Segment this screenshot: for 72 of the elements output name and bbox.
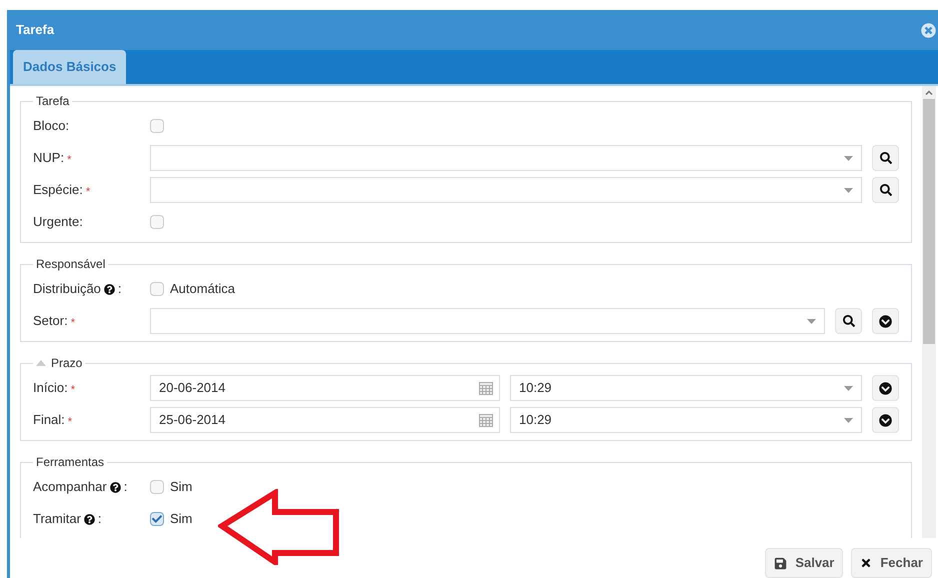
search-button[interactable] bbox=[872, 177, 899, 203]
search-icon bbox=[842, 315, 854, 327]
collapse-icon[interactable] bbox=[36, 360, 46, 366]
checkbox-label: Sim bbox=[170, 478, 192, 496]
window-title: Tarefa bbox=[16, 21, 54, 40]
field-label: Final: bbox=[33, 411, 65, 430]
combo-field[interactable] bbox=[150, 145, 862, 171]
field-label: Acompanhar bbox=[33, 478, 107, 496]
field-label: Distribuição bbox=[33, 280, 101, 298]
date-field[interactable]: 20-06-2014 bbox=[150, 375, 500, 401]
required-mark: * bbox=[68, 415, 72, 430]
field-label: Início: bbox=[33, 379, 68, 398]
help-icon[interactable] bbox=[84, 514, 95, 524]
checkbox[interactable] bbox=[150, 480, 164, 494]
field-label: Setor: bbox=[33, 312, 68, 330]
checkbox[interactable] bbox=[150, 215, 164, 229]
checkbox-label: Sim bbox=[170, 510, 192, 528]
combo-field[interactable] bbox=[150, 308, 825, 334]
chevron-down-icon bbox=[879, 414, 892, 426]
time-value: 10:29 bbox=[519, 411, 552, 430]
field-label: NUP: bbox=[33, 149, 64, 168]
expand-button[interactable] bbox=[872, 407, 899, 433]
search-icon bbox=[880, 152, 892, 164]
search-icon bbox=[880, 184, 892, 196]
search-button[interactable] bbox=[872, 145, 899, 171]
field-label: Bloco: bbox=[33, 117, 70, 136]
help-icon[interactable] bbox=[104, 284, 115, 294]
time-field[interactable]: 10:29 bbox=[510, 407, 862, 433]
colon-text: : bbox=[118, 280, 122, 298]
help-icon[interactable] bbox=[110, 482, 121, 492]
dropdown-caret-icon[interactable] bbox=[844, 188, 853, 192]
dropdown-caret-icon[interactable] bbox=[807, 318, 816, 324]
dropdown-caret-icon[interactable] bbox=[844, 418, 853, 422]
date-value: 20-06-2014 bbox=[159, 379, 226, 398]
checkbox[interactable] bbox=[150, 512, 164, 526]
save-button[interactable]: Salvar bbox=[765, 548, 844, 578]
combo-field[interactable] bbox=[150, 177, 862, 203]
close-icon[interactable] bbox=[921, 22, 936, 38]
checkbox[interactable] bbox=[150, 119, 164, 133]
dropdown-caret-icon[interactable] bbox=[844, 386, 853, 390]
checkbox-label: Automática bbox=[170, 280, 236, 298]
close-button[interactable]: Fechar bbox=[851, 548, 932, 578]
checkbox[interactable] bbox=[150, 282, 164, 296]
required-mark: * bbox=[70, 383, 75, 398]
section-legend: Tarefa bbox=[36, 92, 70, 110]
save-icon bbox=[774, 556, 788, 570]
section-legend: Prazo bbox=[51, 354, 82, 372]
expand-button[interactable] bbox=[872, 375, 899, 401]
required-mark: * bbox=[70, 316, 75, 332]
section-legend: Ferramentas bbox=[36, 453, 104, 471]
chevron-down-icon bbox=[879, 314, 892, 328]
colon-text: : bbox=[98, 510, 102, 528]
field-label: Tramitar bbox=[33, 510, 81, 528]
time-value: 10:29 bbox=[519, 379, 552, 398]
date-field[interactable]: 25-06-2014 bbox=[150, 407, 500, 433]
colon-text: : bbox=[124, 478, 128, 496]
dropdown-caret-icon[interactable] bbox=[844, 156, 853, 160]
calendar-icon[interactable] bbox=[479, 414, 493, 426]
scrollbar[interactable] bbox=[922, 86, 936, 538]
time-field[interactable]: 10:29 bbox=[510, 375, 862, 401]
close-icon bbox=[860, 557, 872, 569]
date-value: 25-06-2014 bbox=[159, 411, 226, 430]
required-mark: * bbox=[86, 185, 90, 200]
search-button[interactable] bbox=[835, 308, 862, 334]
scroll-up-icon[interactable] bbox=[925, 90, 933, 95]
section-legend: Responsável bbox=[36, 255, 106, 273]
expand-button[interactable] bbox=[872, 308, 899, 334]
field-label: Espécie: bbox=[33, 181, 83, 200]
calendar-icon[interactable] bbox=[479, 382, 493, 394]
chevron-down-icon bbox=[879, 382, 892, 394]
field-label: Urgente: bbox=[33, 213, 83, 232]
required-mark: * bbox=[67, 153, 72, 168]
